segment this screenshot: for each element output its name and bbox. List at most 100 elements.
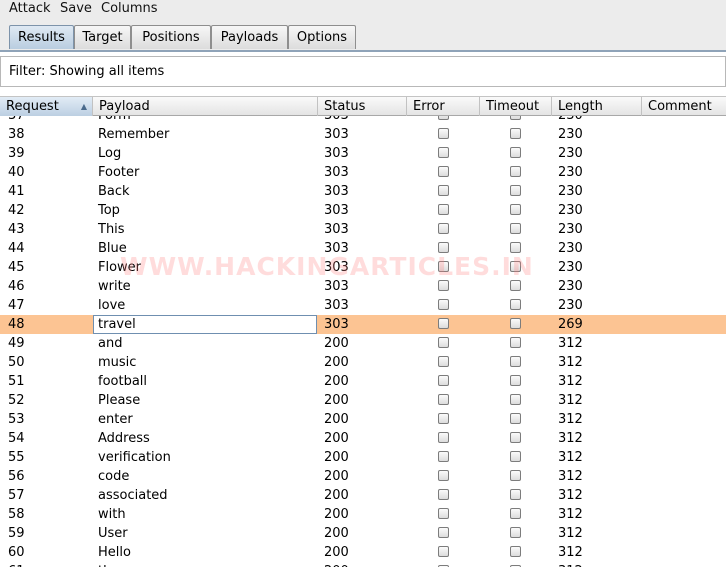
timeout-checkbox[interactable] [510, 432, 521, 443]
table-row[interactable]: 45 Flower 303 230 [0, 258, 726, 277]
timeout-checkbox[interactable] [510, 280, 521, 291]
timeout-checkbox[interactable] [510, 413, 521, 424]
table-row[interactable]: 53 enter 200 312 [0, 410, 726, 429]
status-cell: 303 [324, 260, 349, 275]
error-checkbox[interactable] [438, 356, 449, 367]
table-row[interactable]: 37 Form 303 230 [0, 116, 726, 125]
error-checkbox[interactable] [438, 280, 449, 291]
error-checkbox[interactable] [438, 242, 449, 253]
status-cell: 200 [324, 393, 349, 408]
table-row[interactable]: 41 Back 303 230 [0, 182, 726, 201]
timeout-checkbox[interactable] [510, 508, 521, 519]
error-checkbox[interactable] [438, 432, 449, 443]
timeout-checkbox[interactable] [510, 451, 521, 462]
table-row[interactable]: 55 verification 200 312 [0, 448, 726, 467]
timeout-checkbox[interactable] [510, 299, 521, 310]
error-checkbox[interactable] [438, 451, 449, 462]
length-cell: 312 [558, 336, 583, 351]
timeout-checkbox[interactable] [510, 546, 521, 557]
error-checkbox[interactable] [438, 116, 449, 120]
column-header-status[interactable]: Status [318, 97, 407, 116]
table-row[interactable]: 59 User 200 312 [0, 524, 726, 543]
error-checkbox[interactable] [438, 337, 449, 348]
table-row[interactable]: 44 Blue 303 230 [0, 239, 726, 258]
error-checkbox[interactable] [438, 546, 449, 557]
table-row[interactable]: 38 Remember 303 230 [0, 125, 726, 144]
tab-results[interactable]: Results [9, 25, 74, 49]
timeout-checkbox[interactable] [510, 116, 521, 120]
error-checkbox[interactable] [438, 318, 449, 329]
error-checkbox[interactable] [438, 166, 449, 177]
tab-payloads[interactable]: Payloads [211, 25, 288, 49]
error-checkbox[interactable] [438, 394, 449, 405]
length-cell: 230 [558, 165, 583, 180]
timeout-checkbox[interactable] [510, 261, 521, 272]
menu-attack[interactable]: Attack [9, 0, 51, 17]
filter-bar[interactable]: Filter: Showing all items [0, 56, 726, 87]
error-checkbox[interactable] [438, 147, 449, 158]
table-row[interactable]: 40 Footer 303 230 [0, 163, 726, 182]
error-checkbox[interactable] [438, 185, 449, 196]
timeout-checkbox[interactable] [510, 166, 521, 177]
timeout-checkbox[interactable] [510, 527, 521, 538]
error-checkbox[interactable] [438, 527, 449, 538]
column-header-length[interactable]: Length [552, 97, 642, 116]
tab-positions[interactable]: Positions [131, 25, 211, 49]
table-row[interactable]: 48 travel 303 269 [0, 315, 726, 334]
error-checkbox[interactable] [438, 299, 449, 310]
table-row[interactable]: 52 Please 200 312 [0, 391, 726, 410]
column-header-request[interactable]: Request ▲ [0, 97, 93, 116]
results-table-body[interactable]: 37Form30323038Remember30323039Log3032304… [0, 116, 726, 567]
table-row[interactable]: 61 the 200 312 [0, 562, 726, 567]
tab-options[interactable]: Options [288, 25, 356, 49]
table-row[interactable]: 54 Address 200 312 [0, 429, 726, 448]
request-cell: 38 [8, 127, 25, 142]
request-cell: 56 [8, 469, 25, 484]
timeout-checkbox[interactable] [510, 375, 521, 386]
error-checkbox[interactable] [438, 375, 449, 386]
timeout-checkbox[interactable] [510, 242, 521, 253]
tab-target[interactable]: Target [74, 25, 131, 49]
timeout-checkbox[interactable] [510, 489, 521, 500]
error-checkbox[interactable] [438, 489, 449, 500]
timeout-checkbox[interactable] [510, 470, 521, 481]
column-header-error[interactable]: Error [407, 97, 480, 116]
error-checkbox[interactable] [438, 508, 449, 519]
column-header-comment[interactable]: Comment [642, 97, 726, 116]
payload-cell: Form [98, 116, 131, 125]
timeout-checkbox[interactable] [510, 204, 521, 215]
timeout-checkbox[interactable] [510, 185, 521, 196]
payload-cell: associated [98, 488, 168, 503]
table-row[interactable]: 43 This 303 230 [0, 220, 726, 239]
error-checkbox[interactable] [438, 413, 449, 424]
menu-columns[interactable]: Columns [101, 0, 158, 17]
table-row[interactable]: 47 love 303 230 [0, 296, 726, 315]
timeout-checkbox[interactable] [510, 394, 521, 405]
table-row[interactable]: 50 music 200 312 [0, 353, 726, 372]
column-header-timeout[interactable]: Timeout [480, 97, 552, 116]
error-checkbox[interactable] [438, 261, 449, 272]
table-row[interactable]: 57 associated 200 312 [0, 486, 726, 505]
error-checkbox[interactable] [438, 128, 449, 139]
column-header-payload[interactable]: Payload [93, 97, 318, 116]
timeout-checkbox[interactable] [510, 147, 521, 158]
length-cell: 312 [558, 412, 583, 427]
request-cell: 48 [8, 317, 25, 332]
table-row[interactable]: 56 code 200 312 [0, 467, 726, 486]
table-row[interactable]: 39 Log 303 230 [0, 144, 726, 163]
timeout-checkbox[interactable] [510, 128, 521, 139]
table-row[interactable]: 46 write 303 230 [0, 277, 726, 296]
timeout-checkbox[interactable] [510, 356, 521, 367]
table-row[interactable]: 60 Hello 200 312 [0, 543, 726, 562]
error-checkbox[interactable] [438, 470, 449, 481]
timeout-checkbox[interactable] [510, 223, 521, 234]
table-row[interactable]: 51 football 200 312 [0, 372, 726, 391]
timeout-checkbox[interactable] [510, 318, 521, 329]
error-checkbox[interactable] [438, 204, 449, 215]
menu-save[interactable]: Save [60, 0, 92, 17]
table-row[interactable]: 49 and 200 312 [0, 334, 726, 353]
table-row[interactable]: 58 with 200 312 [0, 505, 726, 524]
error-checkbox[interactable] [438, 223, 449, 234]
table-row[interactable]: 42 Top 303 230 [0, 201, 726, 220]
timeout-checkbox[interactable] [510, 337, 521, 348]
